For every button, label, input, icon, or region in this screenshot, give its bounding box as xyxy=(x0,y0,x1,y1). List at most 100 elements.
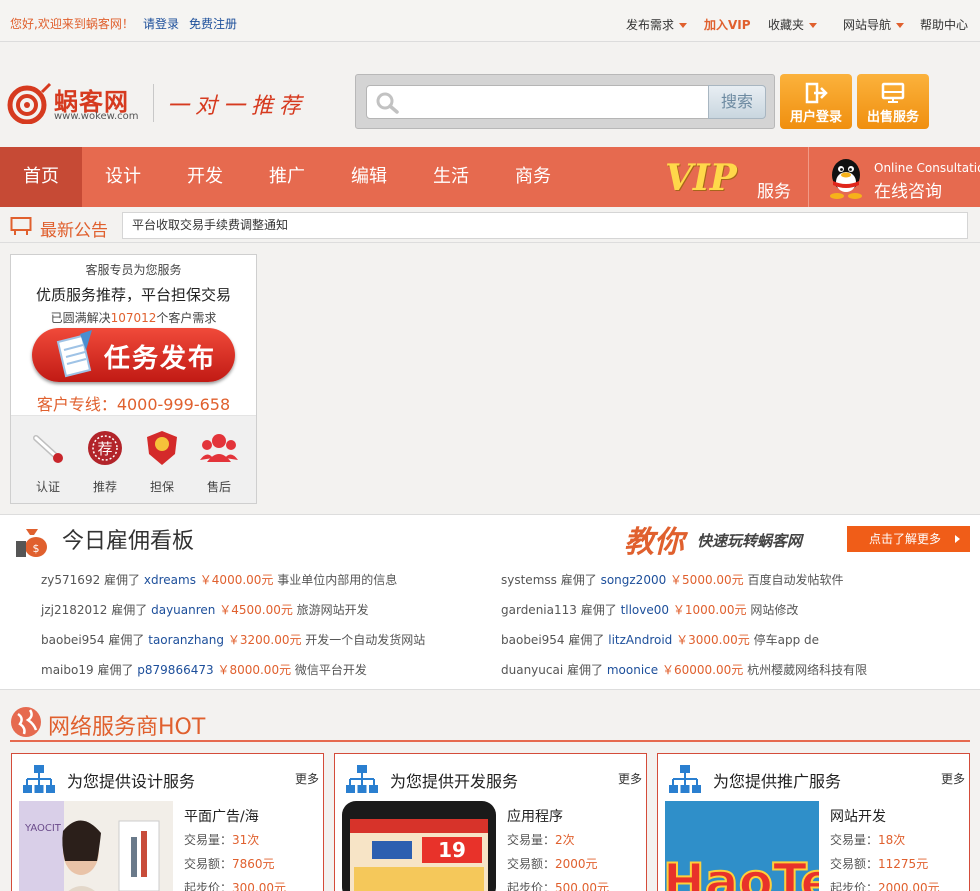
start-price: 起步价：2000.00元 xyxy=(830,879,940,891)
more-link[interactable]: 更多 xyxy=(618,770,642,787)
task: 百度自动发帖软件 xyxy=(747,573,844,587)
product-name[interactable]: 网站开发 xyxy=(830,806,886,826)
haoteam-image: HaoTeam xyxy=(665,801,819,891)
consult-cn: 在线咨询 xyxy=(874,182,942,202)
login-link[interactable]: 请登录 xyxy=(143,15,179,32)
hire-row: jzj2182012 雇佣了 dayuanren ￥4500.00元 旅游网站开… xyxy=(41,601,369,618)
sell-service-button[interactable]: 出售服务 xyxy=(857,74,929,129)
feature-guarantee-label: 担保 xyxy=(149,480,174,494)
top-nav-join-vip[interactable]: 加入VIP xyxy=(704,16,751,33)
product-name[interactable]: 应用程序 xyxy=(507,806,563,826)
money-bag-icon: $ xyxy=(16,529,47,557)
poster-text: YAOCIT xyxy=(24,823,62,834)
nav-business[interactable]: 商务 xyxy=(492,147,574,207)
site-logo[interactable]: 蜗客网 www.wokew.com 一对一推荐 xyxy=(2,78,322,128)
notice-title: 最新公告 xyxy=(40,221,108,241)
worker-link[interactable]: tllove00 xyxy=(621,603,669,617)
worker-link[interactable]: moonice xyxy=(607,663,658,677)
top-nav-site-nav-label: 网站导航 xyxy=(843,18,892,32)
haoteam-text: HaoTeam xyxy=(665,853,819,891)
user-login-button[interactable]: 用户登录 xyxy=(780,74,852,129)
nav-home[interactable]: 首页 xyxy=(0,147,82,207)
worker-link[interactable]: litzAndroid xyxy=(608,633,672,647)
top-nav-publish[interactable]: 发布需求 xyxy=(626,16,688,33)
search-input[interactable] xyxy=(403,92,703,112)
sitemap-icon xyxy=(669,765,701,793)
register-link[interactable]: 免费注册 xyxy=(189,15,237,32)
nav-life[interactable]: 生活 xyxy=(410,147,492,207)
trade-amount-label: 交易额： xyxy=(830,857,879,871)
chevron-right-icon xyxy=(955,535,960,543)
hire-row: baobei954 雇佣了 taoranzhang ￥3200.00元 开发一个… xyxy=(41,631,425,648)
chevron-down-icon xyxy=(896,23,905,28)
hired-word: 雇佣了 xyxy=(560,573,597,587)
feature-after-sales-label: 售后 xyxy=(206,480,231,494)
search-field[interactable] xyxy=(366,85,711,119)
top-nav-site-nav[interactable]: 网站导航 xyxy=(843,16,905,33)
employer: systemss xyxy=(501,573,557,587)
chevron-down-icon xyxy=(809,23,818,28)
service-thumbnail[interactable]: YAOCIT xyxy=(19,801,173,891)
feature-after-sales[interactable]: 售后 xyxy=(194,428,244,494)
trade-amount-value: 2000元 xyxy=(555,857,598,871)
nav-design[interactable]: 设计 xyxy=(82,147,164,207)
user-login-label: 用户登录 xyxy=(789,110,842,125)
hired-word: 雇佣了 xyxy=(104,573,141,587)
sell-service-label: 出售服务 xyxy=(866,110,919,125)
task: 停车app de xyxy=(753,633,819,647)
customer-hotline: 客户专线：4000-999-658 xyxy=(36,395,231,414)
employer: zy571692 xyxy=(41,573,101,587)
hot-providers-section: 网络服务商HOT 为您提供设计服务 更多 YAOCIT 平面广告/海 交易量：3… xyxy=(0,700,980,891)
welcome-text: 您好,欢迎来到蜗客网！ xyxy=(10,17,134,31)
worker-link[interactable]: p879866473 xyxy=(137,663,213,677)
amount: ￥4500.00元 xyxy=(219,603,293,617)
online-consultation[interactable]: Online Consultation 在线咨询 xyxy=(808,147,980,207)
publish-task-button[interactable]: 任务发布 xyxy=(32,328,235,382)
service-thumbnail[interactable]: 19 xyxy=(342,801,496,891)
worker-link[interactable]: dayuanren xyxy=(151,603,215,617)
globe-icon xyxy=(11,707,41,737)
logo-slogan: 一对一推荐 xyxy=(167,94,308,119)
amount: ￥60000.00元 xyxy=(661,663,744,677)
svg-text:荐: 荐 xyxy=(97,440,112,458)
teach-you-small: 快速玩转蜗客网 xyxy=(697,532,803,550)
nav-develop[interactable]: 开发 xyxy=(164,147,246,207)
employer: jzj2182012 xyxy=(41,603,108,617)
more-link[interactable]: 更多 xyxy=(941,770,965,787)
svg-text:$: $ xyxy=(33,542,40,555)
hire-row: duanyucai 雇佣了 moonice ￥60000.00元 杭州樱葳网络科… xyxy=(501,661,867,678)
vip-service-link[interactable]: VIP 服务 xyxy=(665,157,791,202)
task: 旅游网站开发 xyxy=(296,603,369,617)
learn-more-button[interactable]: 点击了解更多 xyxy=(847,526,970,552)
worker-link[interactable]: taoranzhang xyxy=(148,633,224,647)
product-name[interactable]: 平面广告/海 xyxy=(184,806,259,826)
top-nav-favorites[interactable]: 收藏夹 xyxy=(768,16,818,33)
poster-image: YAOCIT xyxy=(19,801,173,891)
worker-link[interactable]: songz2000 xyxy=(601,573,667,587)
notice-message[interactable]: 平台收取交易手续费调整通知 xyxy=(122,212,968,239)
search-button[interactable]: 搜索 xyxy=(708,85,766,119)
hired-word: 雇佣了 xyxy=(580,603,617,617)
feature-recommend[interactable]: 荐 推荐 xyxy=(80,428,130,494)
start-price-label: 起步价： xyxy=(184,881,233,891)
top-nav-help[interactable]: 帮助中心 xyxy=(920,16,968,33)
trade-volume-label: 交易量： xyxy=(830,833,879,847)
more-link[interactable]: 更多 xyxy=(295,770,319,787)
start-price-value: 2000.00元 xyxy=(878,881,940,891)
panel-title: 为您提供设计服务 xyxy=(67,772,196,791)
service-headline: 优质服务推荐，平台担保交易 xyxy=(35,286,231,304)
feature-guarantee[interactable]: 担保 xyxy=(137,428,187,494)
nav-promote[interactable]: 推广 xyxy=(246,147,328,207)
monitor-icon xyxy=(881,82,905,103)
trade-volume-value: 31次 xyxy=(232,833,260,847)
vip-service-label: 服务 xyxy=(757,182,791,202)
notice-board-icon xyxy=(10,217,32,235)
customer-service-card: 客服专员为您服务 优质服务推荐，平台担保交易 已圆满解决107012个客户需求 … xyxy=(10,254,257,504)
trade-volume: 交易量：18次 xyxy=(830,831,905,848)
service-thumbnail[interactable]: HaoTeam xyxy=(665,801,819,891)
nav-edit[interactable]: 编辑 xyxy=(328,147,410,207)
feature-certification[interactable]: 认证 xyxy=(23,428,73,494)
search-icon xyxy=(376,92,399,114)
worker-link[interactable]: xdreams xyxy=(144,573,196,587)
start-price-label: 起步价： xyxy=(830,881,879,891)
